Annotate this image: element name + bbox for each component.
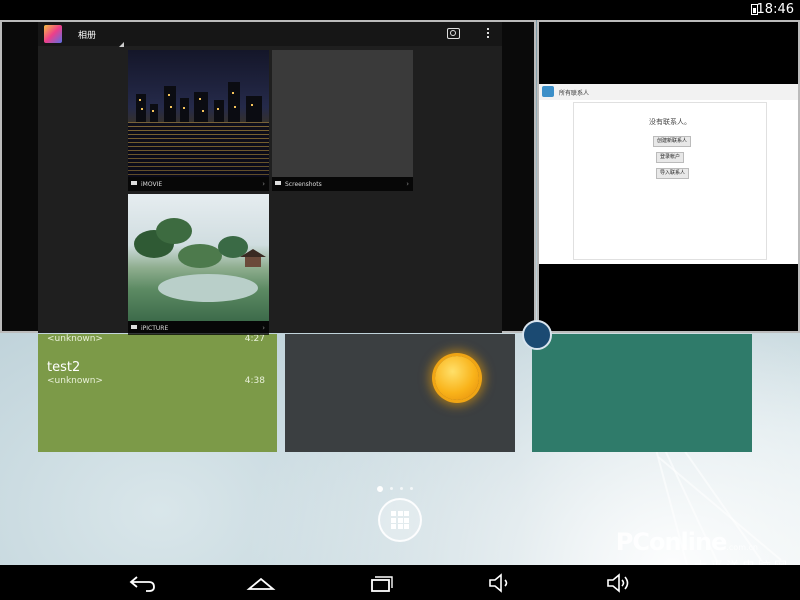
contacts-action-bar: 所有联系人: [539, 84, 798, 101]
album-tile[interactable]: iPICTURE ›: [128, 194, 269, 335]
watermark-brand: PConline: [615, 528, 728, 556]
weather-widget[interactable]: [285, 334, 515, 452]
teal-widget[interactable]: [532, 334, 752, 452]
album-caption: iPICTURE ›: [128, 321, 269, 335]
contacts-empty-message: 没有联系人。: [649, 118, 691, 126]
folder-icon: [131, 181, 137, 185]
home-icon[interactable]: [246, 571, 276, 595]
message-row[interactable]: <unknown> 4:27: [47, 334, 265, 344]
album-thumbnail: [272, 50, 413, 177]
overflow-menu-icon[interactable]: [487, 27, 490, 41]
folder-icon: [131, 325, 137, 329]
chevron-right-icon: ›: [262, 324, 265, 332]
page-dot: [400, 487, 403, 490]
recents-icon[interactable]: [366, 571, 396, 595]
contacts-card: 没有联系人。 创建新联系人 登录帐户 导入联系人: [573, 102, 767, 260]
album-caption: iMOVIE ›: [128, 177, 269, 191]
gallery-window[interactable]: 相册 iMOVIE › Screenshots › iPICTURE ›: [0, 20, 536, 335]
contacts-title[interactable]: 所有联系人: [559, 88, 589, 97]
album-thumbnail: [128, 194, 269, 321]
page-indicator: [377, 478, 420, 497]
volume-down-icon[interactable]: [486, 571, 516, 595]
album-tile[interactable]: iMOVIE ›: [128, 50, 269, 191]
chevron-right-icon: ›: [262, 180, 265, 188]
page-dot: [410, 487, 413, 490]
message-time: 4:27: [244, 334, 265, 344]
apps-grid-icon: [391, 511, 409, 529]
page-dot-active: [377, 485, 383, 492]
app-drawer-button[interactable]: [378, 498, 422, 542]
album-name: iPICTURE: [141, 325, 169, 332]
album-name: iMOVIE: [141, 181, 163, 188]
sign-in-account-button[interactable]: 登录帐户: [656, 152, 685, 163]
watermark-logo: PConline.com.cn: [616, 528, 758, 556]
album-caption: Screenshots ›: [272, 177, 413, 191]
contacts-app-icon[interactable]: [542, 86, 554, 97]
gallery-action-bar: 相册: [38, 22, 502, 47]
album-tile[interactable]: Screenshots ›: [272, 50, 413, 191]
folder-icon: [275, 181, 281, 185]
message-row[interactable]: <unknown> 4:38: [47, 376, 265, 386]
back-icon[interactable]: [128, 571, 158, 595]
message-sender: <unknown>: [47, 376, 103, 386]
album-thumbnail: [128, 50, 269, 177]
gallery-title[interactable]: 相册: [78, 28, 125, 47]
sun-icon: [435, 356, 479, 400]
navigation-bar: [0, 565, 800, 600]
messages-widget[interactable]: <unknown> 4:27 test2 <unknown> 4:38: [38, 334, 277, 452]
page-dot: [390, 487, 393, 490]
camera-icon[interactable]: [447, 28, 460, 39]
album-name: Screenshots: [285, 181, 322, 188]
split-window-handle[interactable]: [522, 320, 552, 350]
message-sender: <unknown>: [47, 334, 103, 344]
message-time: 4:38: [244, 376, 265, 386]
chevron-right-icon: ›: [406, 180, 409, 188]
contacts-body: 没有联系人。 创建新联系人 登录帐户 导入联系人: [539, 100, 798, 264]
message-title: test2: [47, 360, 81, 375]
import-contacts-button[interactable]: 导入联系人: [656, 168, 690, 179]
status-bar: 18:46: [0, 0, 800, 20]
gallery-content: 相册 iMOVIE › Screenshots › iPICTURE ›: [38, 22, 502, 335]
gallery-app-icon[interactable]: [44, 25, 62, 43]
watermark-domain: .com.cn: [726, 543, 758, 552]
create-contact-button[interactable]: 创建新联系人: [653, 136, 692, 147]
volume-up-icon[interactable]: [604, 571, 634, 595]
contacts-window[interactable]: 所有联系人 没有联系人。 创建新联系人 登录帐户 导入联系人: [537, 20, 800, 333]
status-time: 18:46: [756, 2, 794, 17]
